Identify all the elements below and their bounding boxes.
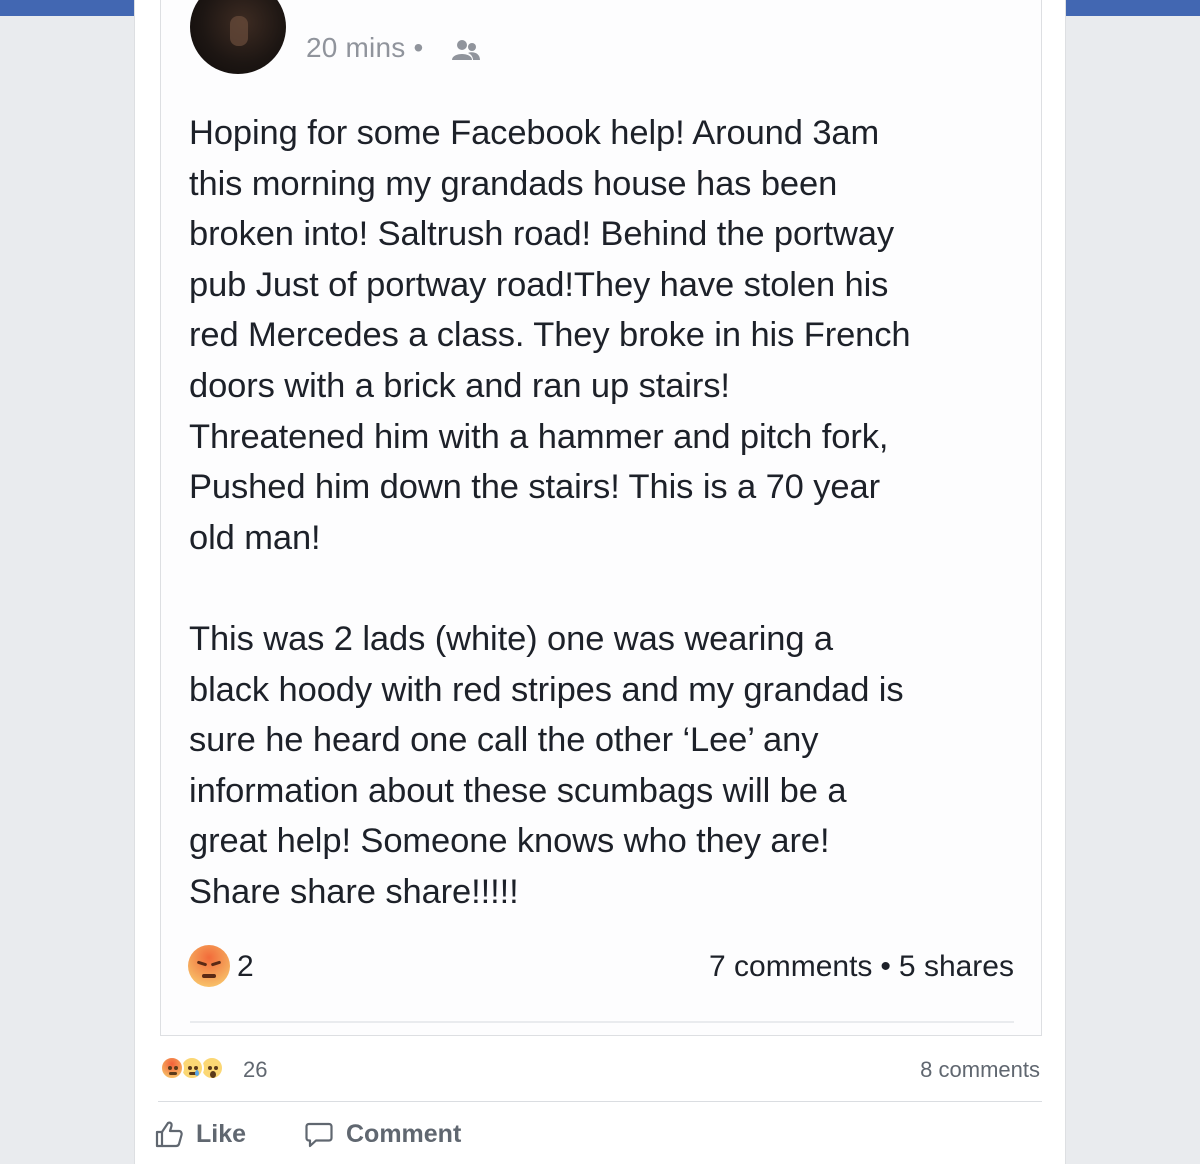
outer-reaction-count[interactable]: 26 [243,1057,267,1083]
like-button-label: Like [196,1119,247,1148]
angry-emoji-icon[interactable] [188,945,230,987]
post-body-text: Hoping for some Facebook help! Around 3a… [189,114,911,911]
stats-separator: • [880,950,891,983]
comment-button-label: Comment [346,1119,462,1148]
friends-icon[interactable] [451,38,481,64]
angry-emoji-icon [160,1056,184,1080]
like-button[interactable]: Like [154,1112,246,1156]
comment-bubble-icon [305,1122,333,1148]
thumbs-up-icon [155,1121,183,1148]
comments-count-link[interactable]: 7 comments [709,950,872,983]
timestamp-text[interactable]: 20 mins [306,32,405,63]
reaction-count[interactable]: 2 [237,950,254,984]
divider [190,1021,1014,1023]
post-timestamp: 20 mins • [306,32,429,64]
timestamp-separator: • [413,32,424,63]
outer-comments-link[interactable]: 8 comments [920,1057,1040,1083]
comments-shares-summary: 7 comments • 5 shares [709,950,1014,984]
shares-count-link[interactable]: 5 shares [899,950,1014,983]
shared-post-reactions-row: 2 7 comments • 5 shares [188,945,1014,991]
comment-button[interactable]: Comment [304,1112,461,1156]
divider [158,1101,1042,1102]
